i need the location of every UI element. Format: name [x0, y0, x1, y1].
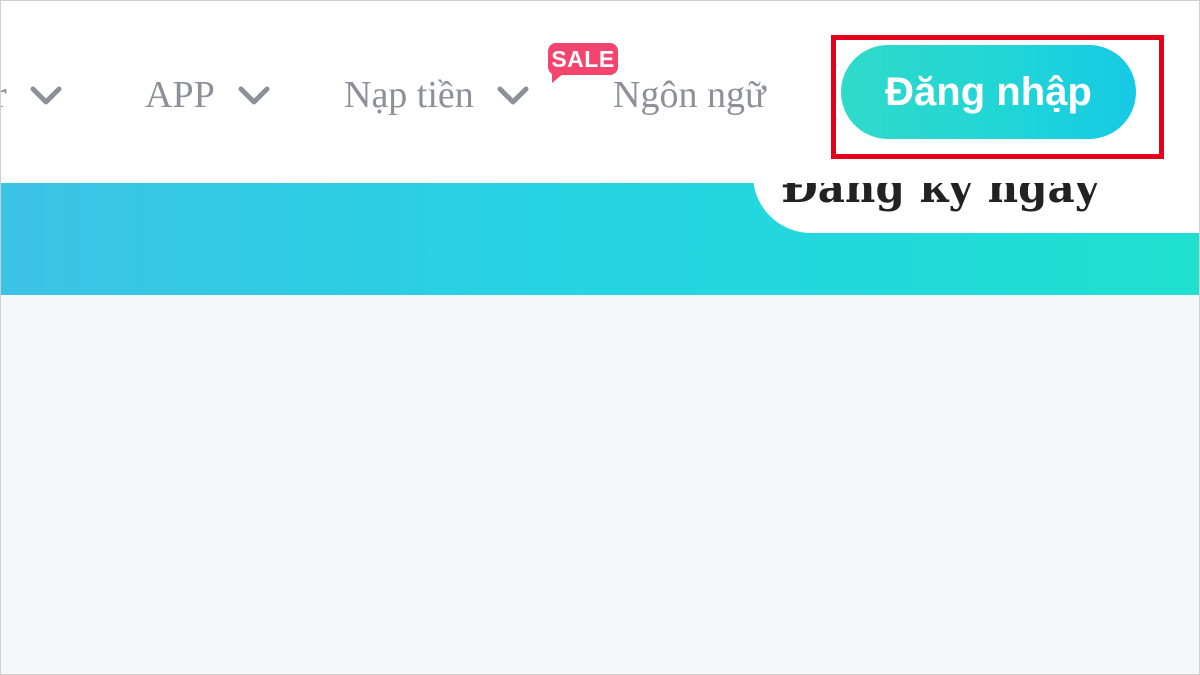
banner-card-text: Đăng ký ngay	[781, 183, 1100, 212]
browser-viewport: or APP Nạp tiền SALE Ngôn ngữ Đăng nhập …	[0, 0, 1200, 675]
nav-item-app-label: APP	[145, 74, 215, 116]
sale-badge: SALE	[548, 43, 618, 83]
promo-banner: Đăng ký ngay	[1, 183, 1199, 295]
nav-item-partial[interactable]: or	[1, 67, 63, 123]
nav-item-language[interactable]: Ngôn ngữ	[613, 67, 766, 123]
nav-item-language-label: Ngôn ngữ	[613, 74, 766, 116]
login-button[interactable]: Đăng nhập	[841, 45, 1136, 139]
nav-item-topup[interactable]: Nạp tiền	[344, 67, 530, 123]
banner-card[interactable]: Đăng ký ngay	[753, 183, 1199, 233]
chevron-down-icon	[29, 78, 63, 112]
chevron-down-icon	[496, 78, 530, 112]
nav-item-app[interactable]: APP	[145, 67, 271, 123]
nav-item-topup-label: Nạp tiền	[344, 74, 474, 116]
chevron-down-icon	[237, 78, 271, 112]
top-navigation-bar: or APP Nạp tiền SALE Ngôn ngữ Đăng nhập	[1, 1, 1199, 183]
nav-item-partial-label: or	[1, 73, 7, 117]
main-content-area	[1, 295, 1199, 674]
